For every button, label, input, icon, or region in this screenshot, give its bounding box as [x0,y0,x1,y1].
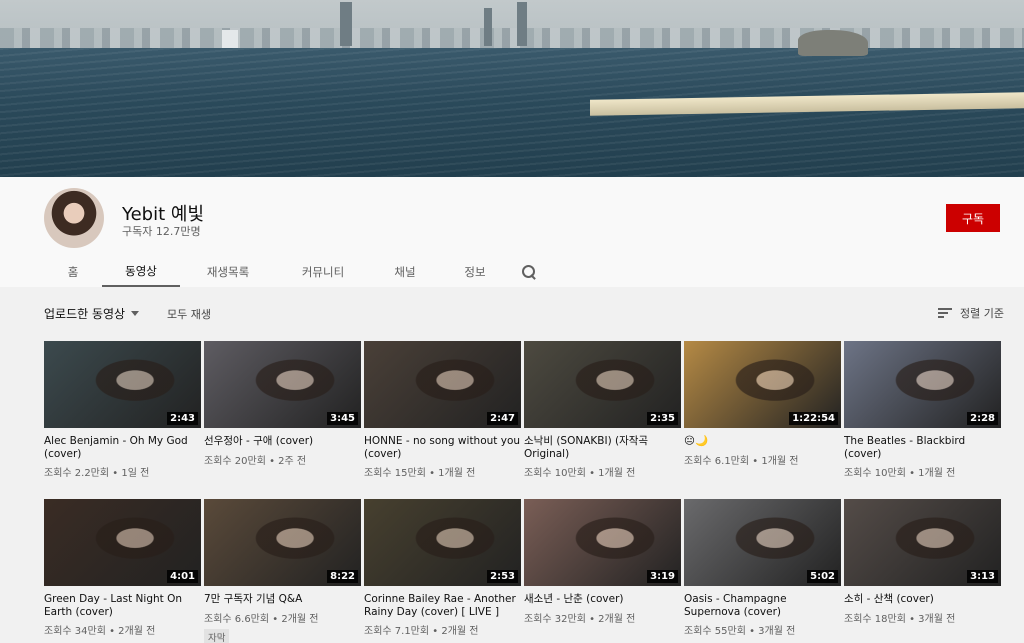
video-duration: 3:45 [327,412,358,425]
video-meta: 조회수 34만회 • 2개월 전 [44,626,156,637]
tab-home[interactable]: 홈 [44,257,102,287]
video-meta: 조회수 2.2만회 • 1일 전 [44,468,150,479]
video-card[interactable]: 3:13 소히 - 산책 (cover) 조회수 18만회 • 3개월 전 [844,499,1001,625]
subscriber-count: 구독자 12.7만명 [122,225,201,238]
channel-tabs: 홈 동영상 재생목록 커뮤니티 채널 정보 [44,257,548,287]
video-thumbnail[interactable]: 2:35 [524,341,681,428]
video-thumbnail[interactable]: 3:13 [844,499,1001,586]
video-title[interactable]: 선우정아 - 구애 (cover) [204,435,361,448]
video-duration: 2:28 [967,412,998,425]
play-all-button[interactable]: 모두 재생 [167,306,211,322]
video-duration: 2:47 [487,412,518,425]
video-card[interactable]: 8:22 7만 구독자 기념 Q&A 조회수 6.6만회 • 2개월 전 자막 [204,499,361,643]
uploads-dropdown-label: 업로드한 동영상 [44,307,126,321]
video-duration: 2:43 [167,412,198,425]
tab-search[interactable] [510,257,548,287]
tab-channels[interactable]: 채널 [370,257,440,287]
search-icon [521,264,537,280]
video-meta: 조회수 15만회 • 1개월 전 [364,468,476,479]
video-card[interactable]: 2:47 HONNE - no song without you (cover)… [364,341,521,479]
video-duration: 1:22:54 [789,412,838,425]
video-card[interactable]: 2:53 Corinne Bailey Rae - Another Rainy … [364,499,521,637]
subscribe-button[interactable]: 구독 [946,204,1000,232]
video-title[interactable]: 7만 구독자 기념 Q&A [204,593,361,606]
video-meta: 조회수 6.6만회 • 2개월 전 [204,613,319,625]
sort-button[interactable]: 정렬 기준 [938,305,1004,321]
video-card[interactable]: 2:35 소낙비 (SONAKBI) (자작곡 Original) 조회수 10… [524,341,681,479]
video-duration: 5:02 [807,570,838,583]
video-thumbnail[interactable]: 2:47 [364,341,521,428]
tab-videos[interactable]: 동영상 [102,257,180,287]
channel-avatar[interactable] [44,188,104,248]
video-title[interactable]: 새소년 - 난춘 (cover) [524,593,681,606]
video-card[interactable]: 2:28 The Beatles - Blackbird (cover) 조회수… [844,341,1001,479]
video-thumbnail[interactable]: 3:45 [204,341,361,428]
video-title[interactable]: The Beatles - Blackbird (cover) [844,435,1001,460]
video-meta: 조회수 10만회 • 1개월 전 [844,468,956,479]
video-title[interactable]: Oasis - Champagne Supernova (cover) [684,593,841,618]
video-meta: 조회수 55만회 • 3개월 전 [684,626,796,637]
video-meta: 조회수 10만회 • 1개월 전 [524,468,636,479]
video-title[interactable]: HONNE - no song without you (cover) [364,435,521,460]
video-card[interactable]: 1:22:54 😐🌙 조회수 6.1만회 • 1개월 전 [684,341,841,467]
uploads-dropdown[interactable]: 업로드한 동영상 [44,305,140,322]
video-meta: 조회수 20만회 • 2주 전 [204,455,307,467]
sort-label: 정렬 기준 [960,307,1004,320]
filter-bar: 업로드한 동영상 모두 재생 정렬 기준 [44,305,1004,325]
video-duration: 2:53 [487,570,518,583]
video-duration: 3:19 [647,570,678,583]
video-meta: 조회수 32만회 • 2개월 전 [524,613,636,625]
video-thumbnail[interactable]: 2:43 [44,341,201,428]
video-meta: 조회수 18만회 • 3개월 전 [844,613,956,625]
video-thumbnail[interactable]: 1:22:54 [684,341,841,428]
video-duration: 2:35 [647,412,678,425]
video-thumbnail[interactable]: 8:22 [204,499,361,586]
video-card[interactable]: 2:43 Alec Benjamin - Oh My God (cover) 조… [44,341,201,479]
video-thumbnail[interactable]: 2:53 [364,499,521,586]
caret-down-icon [131,311,140,316]
video-thumbnail[interactable]: 4:01 [44,499,201,586]
video-title[interactable]: Green Day - Last Night On Earth (cover) [44,593,201,618]
channel-banner [0,0,1024,177]
sort-icon [938,308,953,318]
video-card[interactable]: 3:19 새소년 - 난춘 (cover) 조회수 32만회 • 2개월 전 [524,499,681,625]
tab-about[interactable]: 정보 [440,257,510,287]
video-title[interactable]: Alec Benjamin - Oh My God (cover) [44,435,201,460]
video-title[interactable]: Corinne Bailey Rae - Another Rainy Day (… [364,593,521,618]
channel-header: Yebit 예빛 구독자 12.7만명 구독 홈 동영상 재생목록 커뮤니티 채… [0,177,1024,287]
video-title[interactable]: 소낙비 (SONAKBI) (자작곡 Original) [524,435,681,460]
video-meta: 조회수 6.1만회 • 1개월 전 [684,455,799,467]
video-title[interactable]: 소히 - 산책 (cover) [844,593,1001,606]
videos-section: 업로드한 동영상 모두 재생 정렬 기준 2:43 Alec Benjamin … [0,287,1024,643]
video-thumbnail[interactable]: 2:28 [844,341,1001,428]
video-thumbnail[interactable]: 5:02 [684,499,841,586]
tab-community[interactable]: 커뮤니티 [276,257,370,287]
video-card[interactable]: 4:01 Green Day - Last Night On Earth (co… [44,499,201,637]
video-thumbnail[interactable]: 3:19 [524,499,681,586]
video-title[interactable]: 😐🌙 [684,435,841,448]
video-card[interactable]: 5:02 Oasis - Champagne Supernova (cover)… [684,499,841,637]
video-duration: 3:13 [967,570,998,583]
video-card[interactable]: 3:45 선우정아 - 구애 (cover) 조회수 20만회 • 2주 전 [204,341,361,467]
video-meta: 조회수 7.1만회 • 2개월 전 [364,626,479,637]
video-duration: 4:01 [167,570,198,583]
tab-playlists[interactable]: 재생목록 [180,257,276,287]
subtitles-badge: 자막 [204,628,230,643]
video-duration: 8:22 [327,570,358,583]
